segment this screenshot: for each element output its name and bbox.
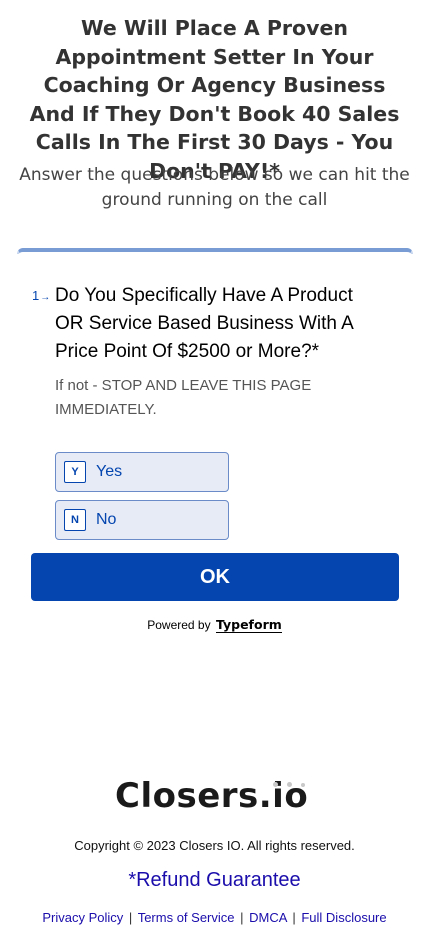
page-subheadline: Answer the questions below so we can hit… [19, 165, 410, 210]
separator: | [240, 910, 244, 925]
refund-guarantee-link[interactable]: *Refund Guarantee [128, 869, 300, 891]
choice-key-badge: N [64, 509, 86, 531]
question-title: Do You Specifically Have A Product OR Se… [55, 285, 353, 362]
footer-links: Privacy Policy | Terms of Service | DMCA… [0, 910, 429, 925]
arrow-right-icon: → [40, 292, 51, 303]
form-top-border [17, 248, 413, 254]
choice-label: No [96, 511, 117, 528]
question-number: 1→ [32, 288, 50, 303]
page-headline: We Will Place A Proven Appointment Sette… [29, 16, 400, 183]
closers-io-logo: Closers.io [115, 776, 325, 820]
logo-text: Closers.io [115, 776, 309, 816]
choice-yes[interactable]: Y Yes [55, 452, 229, 492]
dmca-link[interactable]: DMCA [249, 910, 287, 925]
question-number-value: 1 [32, 288, 40, 303]
powered-by-text: Powered by [147, 618, 211, 632]
separator: | [292, 910, 296, 925]
typeform-logo[interactable]: Typeform [215, 617, 282, 633]
terms-of-service-link[interactable]: Terms of Service [138, 910, 235, 925]
powered-by-typeform[interactable]: Powered by Typeform [0, 617, 429, 633]
refund-asterisk: * [128, 869, 137, 891]
copyright-text: Copyright © 2023 Closers IO. All rights … [74, 838, 355, 853]
question-description: If not - STOP AND LEAVE THIS PAGE IMMEDI… [55, 377, 312, 418]
refund-link-label: Refund Guarantee [136, 869, 301, 891]
privacy-policy-link[interactable]: Privacy Policy [42, 910, 123, 925]
separator: | [128, 910, 133, 925]
choice-label: Yes [96, 463, 123, 480]
choice-no[interactable]: N No [55, 500, 229, 540]
refund-guarantee: *Refund Guarantee [0, 869, 429, 892]
ok-button[interactable]: OK [31, 553, 399, 601]
full-disclosure-link[interactable]: Full Disclosure [301, 910, 386, 925]
choice-key-badge: Y [64, 461, 86, 483]
